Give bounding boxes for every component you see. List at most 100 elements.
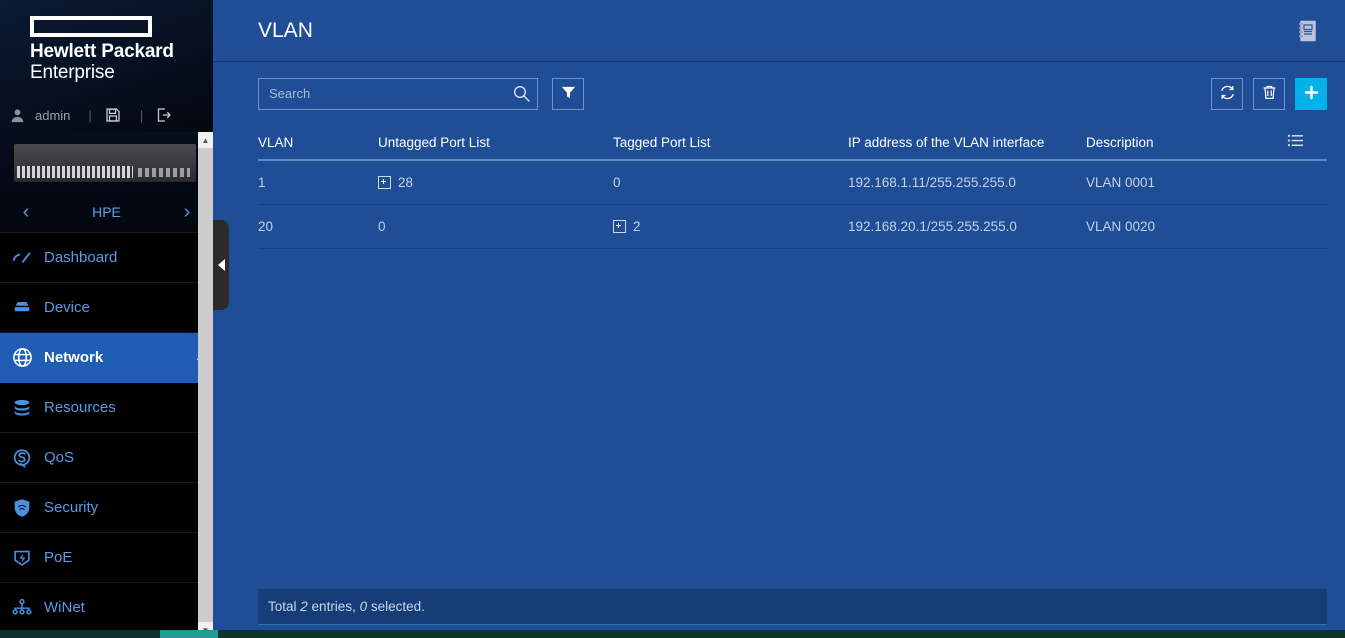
plus-icon bbox=[1303, 83, 1320, 105]
sidebar-item-device[interactable]: Device ‹ bbox=[0, 283, 213, 333]
add-button[interactable] bbox=[1295, 77, 1327, 110]
winet-icon bbox=[0, 597, 44, 619]
device-label: HPE bbox=[92, 204, 121, 220]
sidebar-scrollbar[interactable]: ▲ ▼ bbox=[198, 132, 213, 638]
search-icon[interactable] bbox=[510, 83, 532, 105]
expand-icon[interactable] bbox=[378, 175, 391, 189]
userbar-separator-2: | bbox=[139, 107, 144, 123]
column-header-description[interactable]: Description bbox=[1086, 125, 1287, 161]
sidebar-item-label: QoS bbox=[44, 449, 75, 466]
strip-segment-accent bbox=[160, 630, 218, 638]
footer-selected-count: 0 bbox=[359, 599, 368, 614]
cell-row-actions bbox=[1287, 160, 1327, 205]
sidebar-item-dashboard[interactable]: Dashboard bbox=[0, 233, 213, 283]
main-content: VLAN Search VLAN Untagged Port List Tagg… bbox=[213, 0, 1345, 638]
search-input[interactable] bbox=[258, 77, 538, 110]
brand-header: Hewlett Packard Enterprise admin | | bbox=[0, 0, 213, 132]
entries-summary: Total 2 entries, 0 selected. bbox=[268, 599, 425, 614]
cell-description: VLAN 0001 bbox=[1086, 160, 1287, 205]
sidebar-item-label: Resources bbox=[44, 399, 116, 416]
app-window: Hewlett Packard Enterprise admin | | ‹ H… bbox=[0, 0, 1345, 638]
cell-tagged-ports: 0 bbox=[613, 160, 848, 205]
save-disk-icon[interactable] bbox=[104, 106, 122, 124]
notebook-icon[interactable] bbox=[1293, 17, 1321, 45]
refresh-icon bbox=[1219, 84, 1236, 104]
column-header-untagged-port-list[interactable]: Untagged Port List bbox=[378, 125, 613, 161]
footer-total-count: 2 bbox=[300, 599, 308, 614]
device-carousel: ‹ HPE › bbox=[0, 132, 213, 232]
sidebar-item-label: PoE bbox=[44, 549, 73, 566]
table-row[interactable]: 1 28 0 192.168.1.11/255.255.255.0 VLAN 0… bbox=[258, 160, 1327, 205]
expand-icon[interactable] bbox=[613, 219, 626, 233]
cell-row-actions bbox=[1287, 204, 1327, 249]
vlan-table: VLAN Untagged Port List Tagged Port List… bbox=[258, 125, 1327, 249]
sidebar-nav: Dashboard Device ‹ Network ⌄ bbox=[0, 232, 213, 633]
cell-ip-address: 192.168.1.11/255.255.255.0 bbox=[848, 160, 1086, 205]
column-settings-cell bbox=[1287, 125, 1327, 161]
footer-prefix: Total bbox=[268, 599, 301, 614]
carousel-controls: ‹ HPE › bbox=[0, 192, 213, 232]
column-header-tagged-port-list[interactable]: Tagged Port List bbox=[613, 125, 848, 161]
cell-description: VLAN 0020 bbox=[1086, 204, 1287, 249]
user-bar: admin | | bbox=[0, 98, 213, 132]
sidebar-item-security[interactable]: Security ‹ bbox=[0, 483, 213, 533]
filter-icon bbox=[561, 85, 576, 103]
sidebar-item-label: Dashboard bbox=[44, 249, 118, 266]
vlan-table-container: VLAN Untagged Port List Tagged Port List… bbox=[213, 125, 1345, 249]
page-header: VLAN bbox=[213, 0, 1345, 62]
cell-tagged-ports[interactable]: 2 bbox=[613, 204, 848, 249]
userbar-separator-1: | bbox=[88, 107, 92, 123]
shield-icon bbox=[0, 497, 44, 519]
table-header-row: VLAN Untagged Port List Tagged Port List… bbox=[258, 125, 1327, 161]
carousel-next-icon[interactable]: › bbox=[179, 202, 195, 222]
cell-untagged-ports[interactable]: 28 bbox=[378, 160, 613, 205]
scrollbar-up-icon[interactable]: ▲ bbox=[198, 132, 213, 148]
list-settings-icon[interactable] bbox=[1287, 132, 1304, 149]
network-switch-thumbnail bbox=[14, 144, 196, 182]
column-header-vlan[interactable]: VLAN bbox=[258, 125, 378, 161]
cell-vlan-id: 20 bbox=[258, 204, 378, 249]
table-footer: Total 2 entries, 0 selected. bbox=[258, 589, 1327, 625]
footer-middle: entries, bbox=[307, 599, 360, 614]
triangle-left-icon bbox=[217, 259, 225, 271]
sidebar-item-label: Network bbox=[44, 349, 104, 366]
page-title: VLAN bbox=[258, 18, 313, 42]
trash-icon bbox=[1261, 84, 1278, 104]
username-label: admin bbox=[35, 107, 71, 123]
footer-suffix: selected. bbox=[367, 599, 425, 614]
dashboard-icon bbox=[0, 247, 44, 269]
search-field-wrapper bbox=[258, 77, 538, 110]
sidebar-item-poe[interactable]: PoE ‹ bbox=[0, 533, 213, 583]
sidebar-collapse-handle[interactable] bbox=[213, 220, 229, 310]
toolbar bbox=[213, 62, 1345, 125]
refresh-button[interactable] bbox=[1211, 77, 1243, 110]
table-body: 1 28 0 192.168.1.11/255.255.255.0 VLAN 0… bbox=[258, 160, 1327, 249]
column-header-ip-address[interactable]: IP address of the VLAN interface bbox=[848, 125, 1086, 161]
sidebar-item-label: Device bbox=[44, 299, 90, 316]
filter-button[interactable] bbox=[552, 77, 584, 110]
qos-icon bbox=[0, 447, 44, 469]
brand-subtitle: Enterprise bbox=[30, 62, 115, 83]
table-header: VLAN Untagged Port List Tagged Port List… bbox=[258, 125, 1327, 161]
tagged-count: 2 bbox=[633, 219, 641, 234]
hpe-logo-mark bbox=[30, 16, 152, 37]
scrollbar-thumb[interactable] bbox=[198, 148, 213, 608]
poe-icon bbox=[0, 547, 44, 569]
delete-button[interactable] bbox=[1253, 77, 1285, 110]
sidebar-item-resources[interactable]: Resources ‹ bbox=[0, 383, 213, 433]
sidebar-item-network[interactable]: Network ⌄ bbox=[0, 333, 213, 383]
sidebar: Hewlett Packard Enterprise admin | | ‹ H… bbox=[0, 0, 213, 638]
device-icon bbox=[0, 297, 44, 319]
cell-untagged-ports: 0 bbox=[378, 204, 613, 249]
brand-name: Hewlett Packard bbox=[30, 41, 174, 62]
table-row[interactable]: 20 0 2 192.168.20.1/255.255.255.0 VLAN 0… bbox=[258, 204, 1327, 249]
cell-vlan-id: 1 bbox=[258, 160, 378, 205]
database-icon bbox=[0, 397, 44, 419]
carousel-prev-icon[interactable]: ‹ bbox=[18, 202, 34, 222]
sidebar-item-qos[interactable]: QoS ‹ bbox=[0, 433, 213, 483]
strip-segment-right bbox=[218, 630, 1345, 638]
sidebar-item-winet[interactable]: WiNet bbox=[0, 583, 213, 633]
globe-icon bbox=[0, 346, 44, 369]
logout-icon[interactable] bbox=[155, 106, 173, 124]
untagged-count: 28 bbox=[398, 175, 414, 190]
